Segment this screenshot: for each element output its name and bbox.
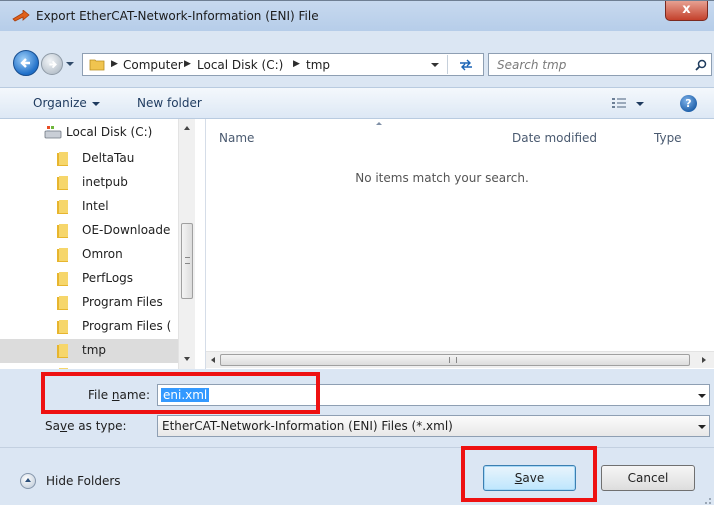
refresh-button[interactable] <box>447 55 483 74</box>
breadcrumb-separator[interactable]: ▶ <box>184 59 191 69</box>
footer-divider <box>0 447 714 448</box>
organize-menu-button[interactable]: Organize <box>33 96 100 110</box>
navigation-row: ▶ Computer ▶ Local Disk (C:) ▶ tmp Searc… <box>0 45 714 79</box>
grip-icon <box>449 357 457 363</box>
folder-icon <box>89 59 105 71</box>
close-button[interactable]: x <box>665 1 708 21</box>
sort-ascending-icon <box>376 122 382 125</box>
change-view-icon[interactable] <box>612 97 626 109</box>
search-input[interactable]: Search tmp <box>497 58 566 72</box>
back-button[interactable] <box>13 50 39 76</box>
breadcrumb-separator[interactable]: ▶ <box>111 59 118 69</box>
recent-pages-chevron-down-icon[interactable] <box>66 62 74 66</box>
nav-item-folder[interactable]: inetpub <box>0 171 178 195</box>
search-box[interactable]: Search tmp <box>488 53 712 76</box>
scroll-thumb[interactable] <box>181 223 193 299</box>
nav-item-folder[interactable]: Intel <box>0 195 178 219</box>
scroll-down-arrow-icon[interactable] <box>184 357 190 361</box>
nav-item-folder[interactable]: Program Files <box>0 291 178 315</box>
window-title: Export EtherCAT-Network-Information (ENI… <box>36 9 319 23</box>
nav-item-label: Omron <box>82 247 123 261</box>
export-dialog: Export EtherCAT-Network-Information (ENI… <box>0 0 714 505</box>
title-bar[interactable]: Export EtherCAT-Network-Information (ENI… <box>0 1 714 31</box>
export-arrow-icon <box>12 10 30 22</box>
nav-item-label: Program Files ( <box>82 319 172 333</box>
hide-folders-label: Hide Folders <box>46 474 121 488</box>
breadcrumb-local-disk[interactable]: Local Disk (C:) <box>197 58 283 72</box>
file-list[interactable]: Name Date modified Type No items match y… <box>206 119 714 369</box>
scroll-left-arrow-icon[interactable] <box>211 357 215 363</box>
save-as-type-select[interactable]: EtherCAT-Network-Information (ENI) Files… <box>157 415 710 437</box>
empty-folder-message: No items match your search. <box>355 171 529 185</box>
file-name-dropdown-chevron-down-icon[interactable] <box>698 394 706 398</box>
folder-icon <box>57 344 68 358</box>
save-as-type-value: EtherCAT-Network-Information (ENI) Files… <box>162 419 453 433</box>
nav-item-label: PerfLogs <box>82 271 134 285</box>
views-chevron-down-icon[interactable] <box>636 102 644 106</box>
nav-item-folder-partial[interactable] <box>0 363 178 369</box>
column-header-type[interactable]: Type <box>654 131 682 145</box>
organize-label: Organize <box>33 96 87 110</box>
folder-icon <box>59 368 68 369</box>
nav-item-label: OE-Downloade <box>82 223 171 237</box>
nav-item-folder-selected[interactable]: tmp <box>0 339 178 363</box>
column-header-name[interactable]: Name <box>219 131 254 145</box>
save-button-highlight <box>461 446 597 502</box>
resize-grip-icon[interactable] <box>700 493 712 505</box>
nav-item-folder[interactable]: PerfLogs <box>0 267 178 291</box>
scroll-thumb[interactable] <box>220 354 690 366</box>
label-part: Sa <box>45 419 60 433</box>
breadcrumb-separator[interactable]: ▶ <box>293 59 300 69</box>
grip-icon <box>185 257 190 264</box>
file-name-highlight <box>41 372 320 414</box>
nav-item-label: Program Files <box>82 295 163 309</box>
help-icon[interactable]: ? <box>680 95 697 112</box>
navigation-pane[interactable]: Local Disk (C:) DeltaTau inetpub Intel O… <box>0 119 206 369</box>
scroll-up-arrow-icon[interactable] <box>184 126 190 130</box>
column-header-date-modified[interactable]: Date modified <box>512 131 597 145</box>
folder-icon <box>57 296 68 310</box>
cancel-button[interactable]: Cancel <box>601 465 695 491</box>
folder-icon <box>57 152 68 166</box>
folder-icon <box>57 272 68 286</box>
forward-button[interactable] <box>41 53 63 75</box>
file-list-horizontal-scrollbar[interactable] <box>206 351 714 368</box>
nav-item-label: inetpub <box>82 175 128 189</box>
breadcrumb-computer[interactable]: Computer <box>123 58 183 72</box>
new-folder-button[interactable]: New folder <box>137 96 202 110</box>
nav-item-folder[interactable]: OE-Downloade <box>0 219 178 243</box>
close-icon: x <box>682 2 691 17</box>
folder-icon <box>57 224 68 238</box>
drive-icon <box>44 126 62 139</box>
scroll-right-arrow-icon[interactable] <box>702 357 706 363</box>
breadcrumb-tmp[interactable]: tmp <box>306 58 330 72</box>
address-bar[interactable]: ▶ Computer ▶ Local Disk (C:) ▶ tmp <box>82 53 484 76</box>
nav-item-label: tmp <box>82 343 107 357</box>
nav-item-local-disk[interactable]: Local Disk (C:) <box>0 121 178 145</box>
search-icon[interactable] <box>695 59 707 71</box>
nav-item-folder[interactable]: Omron <box>0 243 178 267</box>
command-bar: Organize New folder ? <box>0 87 714 119</box>
folder-icon <box>57 176 68 190</box>
nav-item-folder[interactable]: DeltaTau <box>0 147 178 171</box>
nav-vertical-scrollbar[interactable] <box>178 119 195 369</box>
nav-item-label: DeltaTau <box>82 151 135 165</box>
folder-icon <box>57 200 68 214</box>
back-arrow-icon <box>20 58 30 68</box>
nav-item-label: Local Disk (C:) <box>66 125 153 139</box>
nav-item-folder[interactable]: Program Files ( <box>0 315 178 339</box>
save-as-type-label: Save as type: <box>45 419 127 433</box>
folder-icon <box>57 248 68 262</box>
save-type-dropdown-chevron-down-icon[interactable] <box>698 425 706 429</box>
nav-item-label: Intel <box>82 199 109 213</box>
refresh-icon <box>459 59 472 71</box>
forward-arrow-icon <box>49 60 57 69</box>
folder-icon <box>57 320 68 334</box>
label-part: e as type: <box>67 419 127 433</box>
address-dropdown-chevron-down-icon[interactable] <box>431 63 439 67</box>
collapse-chevron-up-icon <box>20 473 36 489</box>
chevron-down-icon <box>91 101 100 106</box>
